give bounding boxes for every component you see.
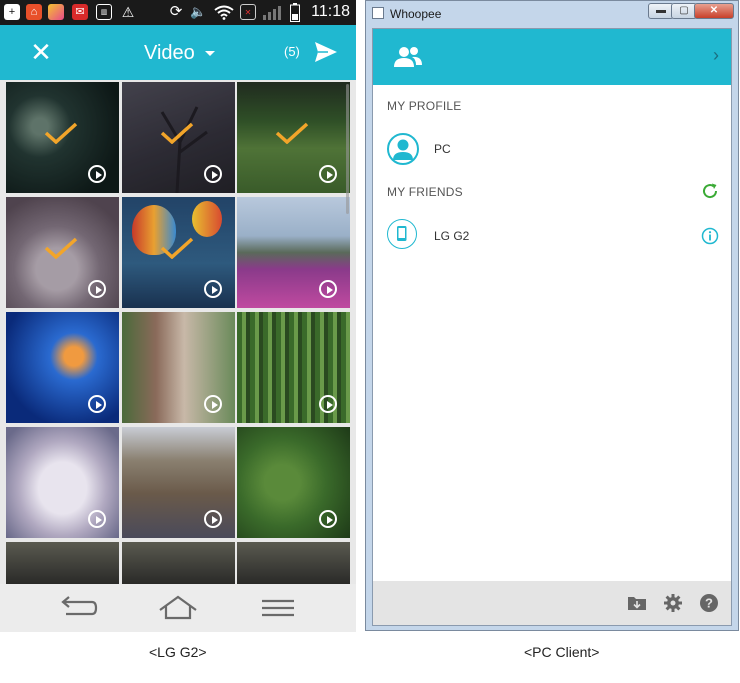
menu-icon[interactable] bbox=[258, 594, 298, 622]
play-icon bbox=[319, 280, 337, 298]
back-icon[interactable] bbox=[58, 594, 98, 622]
balloon-graphic bbox=[192, 201, 222, 237]
phone-caption: <LG G2> bbox=[149, 644, 207, 660]
info-icon[interactable] bbox=[701, 227, 719, 245]
video-filter-dropdown[interactable]: Video bbox=[144, 39, 215, 67]
check-icon bbox=[160, 237, 194, 259]
status-bar: + ⌂ ✉ ▥ ⚠ ⟳ 🔈 ✕ 11:18 bbox=[0, 0, 356, 25]
pc-caption: <PC Client> bbox=[524, 644, 600, 660]
section-my-profile: MY PROFILE bbox=[387, 99, 462, 113]
photo-icon bbox=[48, 4, 64, 20]
download-folder-icon[interactable] bbox=[627, 593, 647, 613]
status-time: 11:18 bbox=[311, 3, 350, 20]
dropdown-arrow-icon bbox=[204, 50, 215, 56]
video-thumbnail[interactable] bbox=[237, 82, 350, 193]
warning-icon: ⚠ bbox=[121, 4, 135, 20]
play-icon bbox=[319, 165, 337, 183]
window-titlebar[interactable]: Whoopee ▬ ▢ ✕ bbox=[366, 1, 738, 28]
play-icon bbox=[88, 165, 106, 183]
send-button[interactable] bbox=[314, 41, 338, 63]
play-icon bbox=[204, 395, 222, 413]
battery-icon bbox=[290, 3, 300, 22]
person-icon bbox=[393, 139, 413, 160]
play-icon bbox=[88, 395, 106, 413]
video-thumbnail[interactable] bbox=[6, 312, 119, 423]
friends-icon bbox=[394, 47, 422, 67]
pc-avatar[interactable] bbox=[387, 133, 419, 165]
video-thumbnail[interactable] bbox=[122, 312, 235, 423]
video-thumbnail[interactable] bbox=[122, 197, 235, 308]
whoopee-client: › MY PROFILE PC MY FRIENDS LG G2 ? bbox=[372, 28, 732, 626]
chevron-right-icon[interactable]: › bbox=[713, 45, 719, 66]
play-icon bbox=[319, 510, 337, 528]
app-bar: ✕ Video (5) bbox=[0, 25, 356, 80]
play-icon bbox=[204, 510, 222, 528]
screen-title: Video bbox=[144, 41, 195, 64]
client-header[interactable]: › bbox=[373, 29, 731, 85]
section-my-friends: MY FRIENDS bbox=[387, 185, 463, 199]
selected-count: (5) bbox=[284, 44, 300, 59]
window-title: Whoopee bbox=[390, 7, 442, 21]
sync-icon: ⟳ bbox=[169, 3, 183, 20]
video-thumbnail[interactable] bbox=[6, 197, 119, 308]
app-icon bbox=[372, 7, 384, 19]
smartphone-icon bbox=[397, 226, 407, 241]
volume-icon: 🔈 bbox=[190, 4, 207, 19]
friend-name[interactable]: LG G2 bbox=[434, 229, 469, 243]
settings-icon[interactable] bbox=[663, 593, 683, 613]
check-icon bbox=[44, 237, 78, 259]
android-nav-bar bbox=[0, 584, 356, 632]
video-thumbnail[interactable] bbox=[237, 197, 350, 308]
video-thumbnail[interactable] bbox=[122, 542, 235, 584]
video-thumbnail[interactable] bbox=[237, 312, 350, 423]
play-icon bbox=[319, 395, 337, 413]
svg-text:?: ? bbox=[705, 596, 713, 611]
video-grid bbox=[0, 80, 356, 584]
video-thumbnail[interactable] bbox=[122, 82, 235, 193]
play-icon bbox=[88, 510, 106, 528]
sd-card-icon: ▥ bbox=[96, 4, 112, 20]
video-thumbnail[interactable] bbox=[122, 427, 235, 538]
signal-icon bbox=[263, 6, 281, 20]
close-button[interactable]: ✕ bbox=[28, 37, 54, 67]
help-icon[interactable]: ? bbox=[699, 593, 719, 613]
video-thumbnail[interactable] bbox=[6, 82, 119, 193]
video-thumbnail[interactable] bbox=[6, 542, 119, 584]
video-thumbnail[interactable] bbox=[237, 542, 350, 584]
play-icon bbox=[204, 280, 222, 298]
profile-name[interactable]: PC bbox=[434, 142, 451, 156]
mail-icon: ✉ bbox=[72, 4, 88, 20]
check-icon bbox=[44, 122, 78, 144]
play-icon bbox=[204, 165, 222, 183]
add-icon: + bbox=[4, 4, 20, 20]
wifi-icon bbox=[214, 5, 234, 20]
play-icon bbox=[88, 280, 106, 298]
check-icon bbox=[275, 122, 309, 144]
video-thumbnail[interactable] bbox=[6, 427, 119, 538]
client-footer: ? bbox=[373, 581, 731, 625]
video-thumbnail[interactable] bbox=[237, 427, 350, 538]
check-icon bbox=[160, 122, 194, 144]
pc-window: Whoopee ▬ ▢ ✕ › MY PROFILE PC MY FRIENDS bbox=[365, 0, 739, 631]
grid-scrollbar[interactable] bbox=[346, 84, 349, 214]
phone-avatar[interactable] bbox=[387, 219, 417, 249]
home-icon: ⌂ bbox=[26, 4, 42, 20]
phone-screen: + ⌂ ✉ ▥ ⚠ ⟳ 🔈 ✕ 11:18 ✕ Video (5) bbox=[0, 0, 356, 632]
home-icon[interactable] bbox=[158, 594, 198, 622]
refresh-icon[interactable] bbox=[701, 182, 719, 200]
close-icon[interactable]: ✕ bbox=[694, 3, 734, 19]
no-sim-icon: ✕ bbox=[240, 4, 256, 20]
